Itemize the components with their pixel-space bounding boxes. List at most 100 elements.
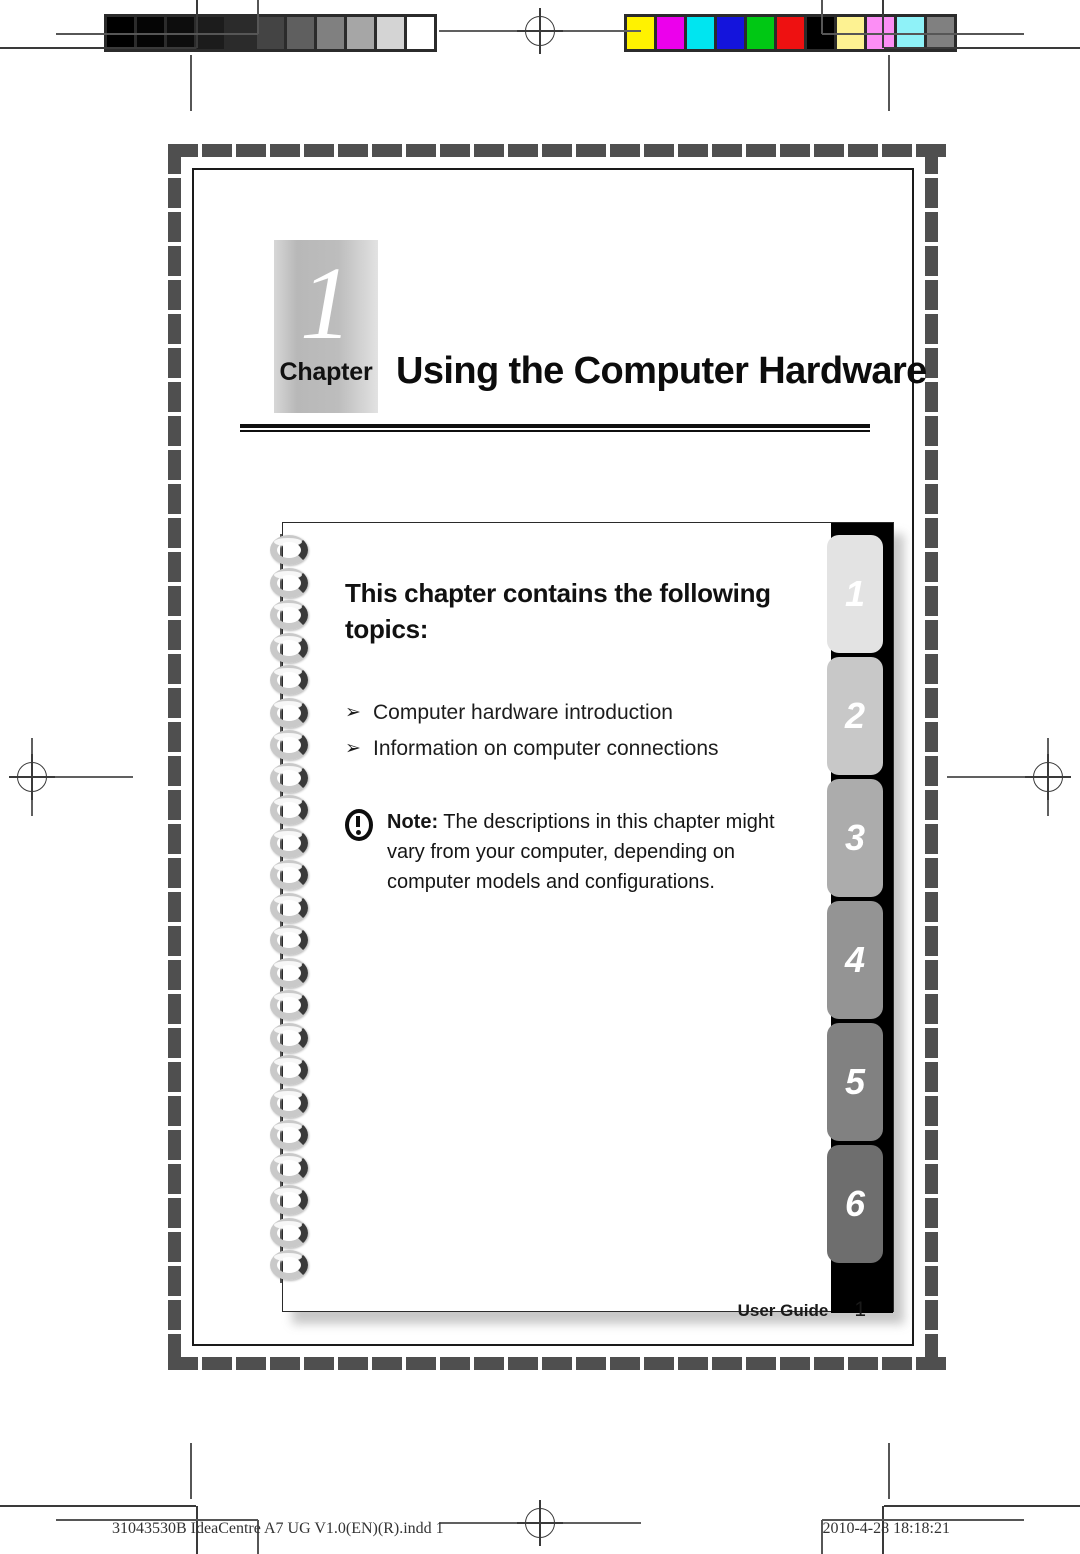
frame-dash (644, 1357, 674, 1370)
spiral-coil (260, 1119, 318, 1153)
frame-dash (925, 518, 938, 548)
frame-dash (168, 280, 181, 310)
print-slug-filename: 31043530B IdeaCentre A7 UG V1.0(EN)(R).i… (112, 1520, 444, 1537)
frame-dash (925, 1028, 938, 1058)
frame-dash (168, 484, 181, 514)
chapter-tab-4[interactable]: 4 (827, 901, 883, 1019)
frame-dash (925, 1130, 938, 1160)
grayscale-swatch (374, 14, 407, 52)
crop-mark-top-right-h (884, 47, 1080, 49)
frame-dash (406, 144, 436, 157)
footer-label: User Guide (737, 1301, 829, 1320)
crop-mark-top-left-v (196, 0, 198, 48)
chapter-tab-number: 5 (844, 1061, 866, 1102)
spiral-coil (260, 729, 318, 763)
frame-dash (925, 1096, 938, 1126)
list-item: ➢ Computer hardware introduction (345, 695, 795, 731)
frame-dash (270, 1357, 300, 1370)
page-title: Using the Computer Hardware (396, 350, 927, 392)
frame-dashes-top (168, 144, 950, 157)
frame-dash (168, 654, 181, 684)
chapter-tab-5[interactable]: 5 (827, 1023, 883, 1141)
trim-mark-top-right-drop (888, 55, 890, 111)
frame-dash (542, 144, 572, 157)
color-swatch (654, 14, 687, 52)
frame-dash (168, 1062, 181, 1092)
grayscale-swatch (344, 14, 377, 52)
title-divider (240, 424, 870, 432)
topic-list: ➢ Computer hardware introduction ➢ Informat… (345, 695, 795, 767)
frame-dash (925, 926, 938, 956)
spiral-coil (260, 599, 318, 633)
list-item-label: Computer hardware introduction (373, 701, 673, 724)
frame-dash (168, 960, 181, 990)
color-swatch (624, 14, 657, 52)
grayscale-swatch (284, 14, 317, 52)
card-content: This chapter contains the following topi… (345, 575, 795, 897)
exclamation-circle-icon (345, 809, 379, 841)
frame-dash (925, 654, 938, 684)
spiral-coil (260, 794, 318, 828)
frame-dash (678, 1357, 708, 1370)
crop-mark-top-right-v (882, 0, 884, 48)
frame-dash (168, 1266, 181, 1296)
frame-dash (168, 314, 181, 344)
frame-dash (925, 314, 938, 344)
frame-dash (925, 586, 938, 616)
frame-dash (882, 144, 912, 157)
chapter-tab-3[interactable]: 3 (827, 779, 883, 897)
card-body: 1 2 3 4 5 6 This chapter contains the followi… (282, 522, 894, 1313)
frame-dash (925, 144, 938, 174)
frame-dash (644, 144, 674, 157)
chapter-tab-6[interactable]: 6 (827, 1145, 883, 1263)
spiral-coil (260, 924, 318, 958)
color-swatch (684, 14, 717, 52)
frame-dash (168, 1198, 181, 1228)
frame-dash (925, 790, 938, 820)
chapter-tab-number: 4 (844, 939, 866, 980)
frame-dash (925, 1164, 938, 1194)
frame-dash (202, 1357, 232, 1370)
frame-dash (168, 586, 181, 616)
note-body: The descriptions in this chapter might v… (387, 811, 775, 893)
frame-dash (338, 1357, 368, 1370)
frame-dash (882, 1357, 912, 1370)
frame-dash (610, 144, 640, 157)
page-number: 1 (854, 1298, 866, 1321)
frame-dash (168, 348, 181, 378)
spiral-coil (260, 566, 318, 601)
frame-dash (168, 450, 181, 480)
chapter-label: Chapter (279, 358, 373, 386)
registration-mark-top (439, 8, 641, 54)
frame-dash (746, 1357, 776, 1370)
frame-dash (168, 382, 181, 412)
frame-dash (168, 892, 181, 922)
frame-dash (338, 144, 368, 157)
frame-dash (542, 1357, 572, 1370)
frame-dash (168, 620, 181, 650)
frame-dash (168, 1232, 181, 1262)
chapter-tab-2[interactable]: 2 (827, 657, 883, 775)
frame-dash (372, 144, 402, 157)
crop-mark-top-left-h (0, 47, 196, 49)
frame-dash (372, 1357, 402, 1370)
color-swatch (744, 14, 777, 52)
chapter-tab-1[interactable]: 1 (827, 535, 883, 653)
frame-dash (406, 1357, 436, 1370)
note-text: Note: The descriptions in this chapter m… (387, 807, 795, 897)
frame-dash (168, 178, 181, 208)
chapter-badge: 1 Chapter (274, 240, 378, 413)
spiral-coil (260, 989, 318, 1023)
spiral-binding (260, 534, 324, 1300)
chapter-tab-number: 2 (844, 695, 866, 736)
frame-dash (168, 518, 181, 548)
list-item-label: Information on computer connections (373, 737, 719, 760)
spiral-coil (260, 1054, 318, 1088)
frame-dash (746, 144, 776, 157)
frame-dash (508, 1357, 538, 1370)
spiral-coil (260, 956, 318, 991)
frame-dash (780, 1357, 810, 1370)
frame-dash (168, 994, 181, 1024)
frame-dash (168, 144, 181, 174)
frame-dash (814, 1357, 844, 1370)
